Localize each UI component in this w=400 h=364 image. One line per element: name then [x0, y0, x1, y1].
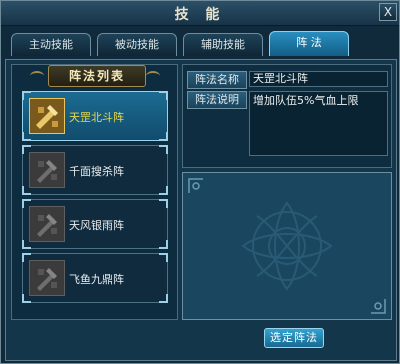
formation-item-label: 天罡北斗阵 [69, 111, 124, 124]
formation-list-header: 阵法列表 [48, 65, 146, 87]
tab-bar: 主动技能 被动技能 辅助技能 阵 法 [1, 27, 399, 59]
formation-locked-icon [29, 206, 65, 242]
formation-details-panel: 阵法名称 天罡北斗阵 阵法说明 增加队伍5%气血上限 [182, 64, 392, 168]
formation-gold-icon [29, 98, 65, 134]
ornament-left-icon [30, 71, 44, 81]
select-formation-button[interactable]: 选定阵法 [264, 328, 324, 348]
ornament-right-icon [146, 71, 160, 81]
formation-locked-icon [29, 152, 65, 188]
tab-passive-skills[interactable]: 被动技能 [97, 33, 177, 56]
formation-list-panel: 阵法列表 天罡北斗阵 千面搜杀阵 天风银雨阵 飞鱼九鼎阵 [11, 64, 178, 320]
name-value: 天罡北斗阵 [249, 71, 388, 87]
formation-locked-icon [29, 260, 65, 296]
name-label: 阵法名称 [187, 71, 247, 89]
formation-item-2[interactable]: 千面搜杀阵 [22, 145, 168, 195]
formation-item-4[interactable]: 飞鱼九鼎阵 [22, 253, 168, 303]
formation-item-3[interactable]: 天风银雨阵 [22, 199, 168, 249]
formation-preview [182, 172, 392, 320]
window-title: 技 能 [174, 7, 226, 23]
content-area: 阵法列表 天罡北斗阵 千面搜杀阵 天风银雨阵 飞鱼九鼎阵 阵法名称 天罡北斗阵 … [5, 59, 397, 361]
description-label: 阵法说明 [187, 91, 247, 109]
tab-active-skills[interactable]: 主动技能 [11, 33, 91, 56]
close-button[interactable]: X [379, 3, 397, 21]
description-value: 增加队伍5%气血上限 [249, 91, 388, 156]
formation-item-label: 天风银雨阵 [69, 219, 124, 232]
tab-support-skills[interactable]: 辅助技能 [183, 33, 263, 56]
formation-item-label: 飞鱼九鼎阵 [69, 273, 124, 286]
tab-formations[interactable]: 阵 法 [269, 31, 349, 56]
formation-item-1[interactable]: 天罡北斗阵 [22, 91, 168, 141]
preview-pattern-icon [183, 173, 391, 319]
skills-window: 技 能 X 主动技能 被动技能 辅助技能 阵 法 阵法列表 天罡北斗阵 千面搜杀… [0, 0, 400, 364]
title-bar[interactable]: 技 能 X [1, 1, 399, 26]
formation-item-label: 千面搜杀阵 [69, 165, 124, 178]
